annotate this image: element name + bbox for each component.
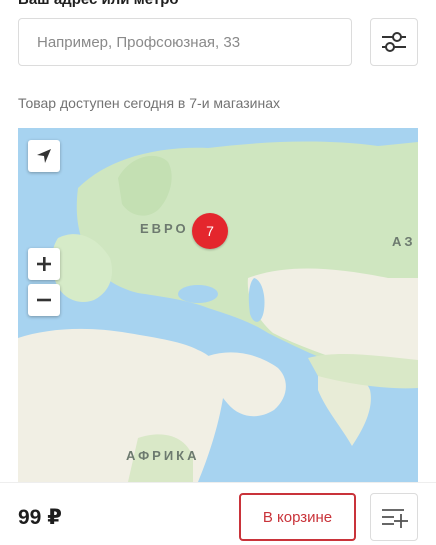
price: 99 ₽ <box>18 506 62 529</box>
add-to-list-button[interactable] <box>370 493 418 541</box>
address-search-input[interactable] <box>18 18 352 66</box>
store-cluster-marker[interactable]: 7 <box>192 213 228 249</box>
minus-icon <box>37 298 51 302</box>
map-label-europe: ЕВРО <box>140 221 189 236</box>
add-to-list-icon <box>382 509 408 528</box>
filter-button[interactable] <box>370 18 418 66</box>
location-arrow-icon <box>37 149 51 163</box>
map-label-africa: АФРИКА <box>126 448 200 463</box>
sliders-icon <box>382 32 406 52</box>
availability-text: Товар доступен сегодня в 7-и магазинах <box>18 95 281 111</box>
in-cart-button[interactable]: В корзине <box>239 493 356 541</box>
plus-icon <box>37 257 51 271</box>
locate-button[interactable] <box>28 140 60 172</box>
zoom-in-button[interactable] <box>28 248 60 280</box>
map-label-asia: АЗ <box>392 234 416 249</box>
address-label: Ваш адрес или метро <box>18 0 179 8</box>
zoom-out-button[interactable] <box>28 284 60 316</box>
store-map[interactable]: ЕВРО АЗ АФРИКА 7 <box>18 128 418 482</box>
purchase-bar: 99 ₽ В корзине <box>0 482 436 545</box>
map-tiles <box>18 128 418 482</box>
